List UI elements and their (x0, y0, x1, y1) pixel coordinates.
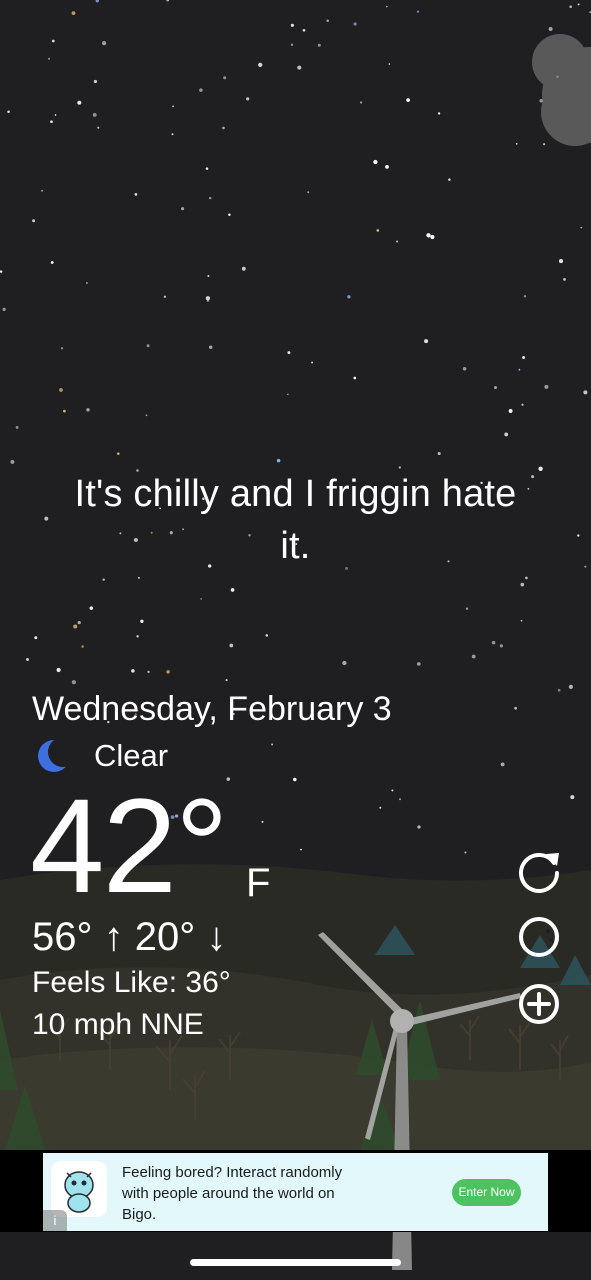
condition-row: Clear (36, 736, 168, 776)
add-icon (519, 984, 559, 1024)
ad-enter-now-button[interactable]: Enter Now (452, 1179, 521, 1206)
moon-icon (38, 737, 72, 772)
moon-phase-icon (519, 917, 559, 957)
condition-label: Clear (94, 738, 169, 773)
feels-like: Feels Like: 36° (32, 966, 231, 999)
landscape-scene (0, 864, 591, 1270)
ad-banner[interactable]: Feeling bored? Interact randomly with pe… (43, 1153, 548, 1231)
weather-headline: It's chilly and I friggin hate it. (74, 473, 517, 567)
ad-info-icon[interactable]: i (43, 1210, 67, 1231)
current-date: Wednesday, February 3 (32, 690, 392, 728)
home-indicator[interactable] (190, 1259, 401, 1266)
temperature-unit[interactable]: F (246, 860, 270, 906)
wind-speed: 10 mph NNE (32, 1008, 204, 1041)
bigo-logo (51, 1161, 107, 1217)
refresh-button[interactable] (516, 848, 562, 894)
ad-text: Feeling bored? Interact randomly with pe… (122, 1164, 343, 1223)
bigo-mascot-icon (64, 1171, 94, 1213)
moon-phase-button[interactable] (516, 914, 562, 960)
current-temperature: 42° (30, 772, 229, 921)
add-location-button[interactable] (516, 981, 562, 1027)
high-low-temperature: 56° ↑ 20° ↓ (32, 915, 227, 959)
refresh-icon (519, 852, 559, 893)
